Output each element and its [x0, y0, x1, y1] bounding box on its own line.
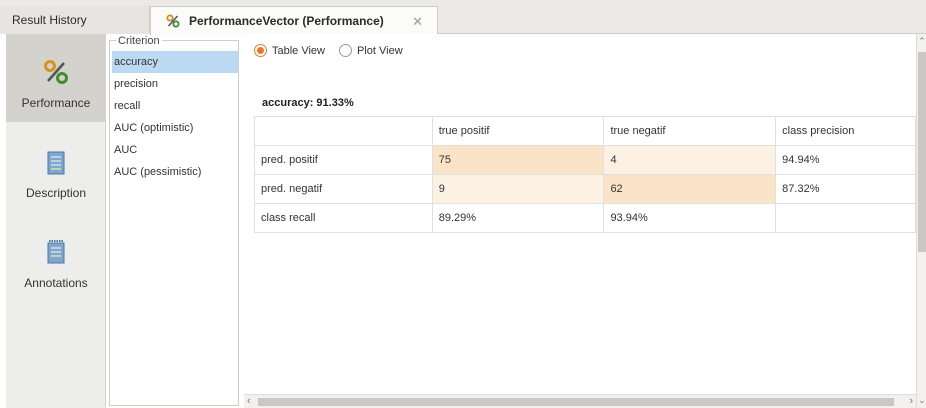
table-view-label: Table View: [272, 44, 325, 57]
nav-item-performance[interactable]: Performance: [6, 34, 106, 122]
scroll-right-icon[interactable]: ›: [909, 395, 913, 407]
performance-vector-icon: [165, 13, 181, 29]
confusion-matrix-table: true positif true negatif class precisio…: [254, 116, 916, 233]
criterion-item-precision[interactable]: precision: [112, 73, 238, 95]
row-label: pred. positif: [254, 145, 433, 175]
percent-icon: [43, 59, 69, 88]
table-cell: 75: [431, 145, 605, 175]
nav-item-description[interactable]: Description: [6, 124, 106, 212]
table-cell: 62: [603, 174, 777, 204]
table-row: pred. negatif 9 62 87.32%: [254, 174, 916, 204]
nav-item-annotations[interactable]: Annotations: [6, 214, 106, 302]
vertical-scrollbar[interactable]: ⌃ ⌄: [916, 34, 926, 408]
table-header-cell: true positif: [431, 116, 605, 146]
close-icon[interactable]: ✕: [412, 14, 423, 30]
vertical-scroll-thumb[interactable]: [918, 52, 926, 252]
table-cell: 9: [431, 174, 605, 204]
table-header-cell: class precision: [775, 116, 916, 146]
notes-icon: [46, 239, 66, 268]
criterion-item-auc-optimistic[interactable]: AUC (optimistic): [112, 117, 238, 139]
scroll-up-icon[interactable]: ⌃: [917, 36, 926, 47]
table-cell: 89.29%: [431, 203, 605, 233]
table-cell: 93.94%: [603, 203, 777, 233]
tab-result-history[interactable]: Result History: [0, 6, 150, 34]
criterion-item-recall[interactable]: recall: [112, 95, 238, 117]
performance-main-panel: Table View Plot View accuracy: 91.33% tr…: [244, 34, 916, 408]
radio-unselected-icon: [339, 44, 352, 57]
accuracy-summary: accuracy: 91.33%: [262, 97, 354, 109]
criterion-list: accuracy precision recall AUC (optimisti…: [112, 51, 238, 183]
row-label: pred. negatif: [254, 174, 433, 204]
nav-item-label: Performance: [21, 96, 91, 110]
table-header-cell: true negatif: [603, 116, 777, 146]
plot-view-radio[interactable]: Plot View: [339, 44, 403, 57]
nav-item-label: Description: [25, 186, 87, 200]
table-cell: 94.94%: [775, 145, 916, 175]
criterion-item-accuracy[interactable]: accuracy: [112, 51, 238, 73]
horizontal-scroll-thumb[interactable]: [258, 398, 894, 406]
horizontal-scrollbar[interactable]: ‹ ›: [244, 394, 916, 408]
criterion-item-auc[interactable]: AUC: [112, 139, 238, 161]
row-label: class recall: [254, 203, 433, 233]
tab-bar: Result History PerformanceVector (Perfor…: [0, 0, 926, 35]
criterion-item-auc-pessimistic[interactable]: AUC (pessimistic): [112, 161, 238, 183]
table-cell: 87.32%: [775, 174, 916, 204]
table-cell: 4: [603, 145, 777, 175]
view-mode-selector: Table View Plot View: [254, 44, 417, 57]
document-icon: [46, 151, 66, 178]
left-view-nav: Performance Description Annotations: [6, 34, 106, 408]
table-view-radio[interactable]: Table View: [254, 44, 325, 57]
plot-view-label: Plot View: [357, 44, 403, 57]
table-header-cell: [254, 116, 433, 146]
table-header-row: true positif true negatif class precisio…: [254, 116, 916, 146]
radio-selected-icon: [254, 44, 267, 57]
tab-performance-vector[interactable]: PerformanceVector (Performance) ✕: [150, 6, 438, 35]
tab-performance-label: PerformanceVector (Performance): [189, 14, 384, 28]
scroll-left-icon[interactable]: ‹: [247, 395, 251, 407]
table-row: pred. positif 75 4 94.94%: [254, 145, 916, 175]
scroll-down-icon[interactable]: ⌄: [917, 395, 926, 406]
criterion-legend: Criterion: [116, 35, 162, 47]
table-row: class recall 89.29% 93.94%: [254, 203, 916, 233]
table-cell: [775, 203, 916, 233]
nav-item-label: Annotations: [24, 276, 88, 290]
tab-result-history-label: Result History: [12, 13, 87, 27]
criterion-panel: Criterion accuracy precision recall AUC …: [109, 35, 239, 406]
